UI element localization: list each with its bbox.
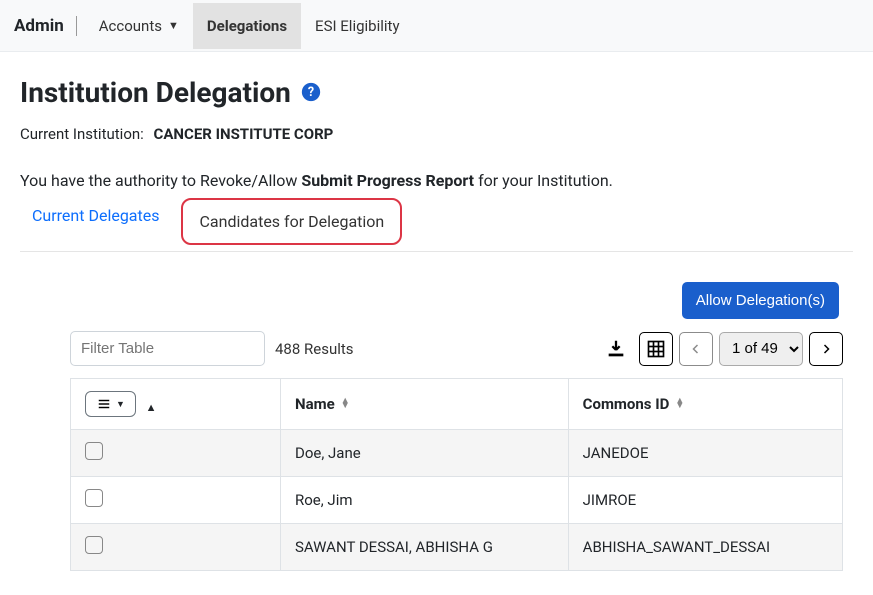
authority-bold: Submit Progress Report: [301, 171, 474, 190]
current-institution-label: Current Institution:: [20, 125, 144, 143]
nav-item-esi-eligibility[interactable]: ESI Eligibility: [301, 3, 414, 49]
top-nav: Admin Accounts ▼ Delegations ESI Eligibi…: [0, 0, 873, 52]
cell-name: Roe, Jim: [281, 477, 569, 524]
current-institution: Current Institution: CANCER INSTITUTE CO…: [20, 125, 853, 143]
authority-suffix: for your Institution.: [474, 171, 613, 190]
filter-table-input[interactable]: [70, 331, 265, 366]
col-header-name[interactable]: Name ▲▼: [281, 379, 569, 430]
current-institution-name: CANCER INSTITUTE CORP: [154, 125, 334, 143]
row-checkbox[interactable]: [85, 442, 103, 460]
page-select[interactable]: 1 of 49: [719, 332, 803, 366]
prev-page-button[interactable]: [679, 332, 713, 366]
page-title: Institution Delegation ?: [20, 76, 853, 109]
delegation-tabs: Current Delegates Candidates for Delegat…: [20, 198, 853, 252]
cell-name: SAWANT DESSAI, ABHISHA G: [281, 524, 569, 571]
cell-commons-id: JIMROE: [568, 477, 842, 524]
sort-icon: ▲▼: [341, 399, 350, 409]
tab-current-delegates[interactable]: Current Delegates: [20, 198, 171, 245]
action-row: Allow Delegation(s): [20, 282, 853, 319]
nav-item-delegations[interactable]: Delegations: [193, 3, 301, 49]
svg-text:?: ?: [308, 85, 314, 100]
authority-prefix: You have the authority to Revoke/Allow: [20, 171, 301, 190]
cell-commons-id: ABHISHA_SAWANT_DESSAI: [568, 524, 842, 571]
table-row: Roe, Jim JIMROE: [71, 477, 843, 524]
caret-down-icon: ▼: [116, 399, 125, 410]
next-page-button[interactable]: [809, 332, 843, 366]
table-row: Doe, Jane JANEDOE: [71, 430, 843, 477]
help-icon[interactable]: ?: [301, 76, 321, 109]
page-title-text: Institution Delegation: [20, 76, 291, 109]
sort-asc-icon: ▲: [146, 401, 157, 414]
nav-label: Accounts: [99, 17, 162, 35]
allow-delegations-button[interactable]: Allow Delegation(s): [682, 282, 839, 319]
candidates-table: ▼ ▲ Name ▲▼ Commons ID ▲▼: [70, 378, 843, 571]
download-icon[interactable]: [599, 332, 633, 366]
results-count: 488 Results: [275, 340, 354, 358]
nav-label: Delegations: [207, 17, 287, 35]
cell-commons-id: JANEDOE: [568, 430, 842, 477]
bulk-actions-menu[interactable]: ▼: [85, 391, 136, 417]
tab-candidates-for-delegation[interactable]: Candidates for Delegation: [181, 198, 402, 245]
nav-label: ESI Eligibility: [315, 17, 400, 35]
cell-name: Doe, Jane: [281, 430, 569, 477]
grid-view-icon[interactable]: [639, 332, 673, 366]
table-row: SAWANT DESSAI, ABHISHA G ABHISHA_SAWANT_…: [71, 524, 843, 571]
col-label: Commons ID: [583, 395, 670, 413]
col-label: Name: [295, 395, 335, 413]
table-toolbar: 488 Results 1 of 49: [70, 331, 843, 366]
sort-icon: ▲▼: [675, 399, 684, 409]
row-checkbox[interactable]: [85, 489, 103, 507]
row-checkbox[interactable]: [85, 536, 103, 554]
caret-down-icon: ▼: [168, 19, 179, 32]
col-header-select: ▼ ▲: [71, 379, 281, 430]
nav-item-accounts[interactable]: Accounts ▼: [85, 3, 193, 49]
authority-text: You have the authority to Revoke/Allow S…: [20, 171, 853, 190]
col-header-commons-id[interactable]: Commons ID ▲▼: [568, 379, 842, 430]
nav-brand: Admin: [10, 16, 77, 36]
